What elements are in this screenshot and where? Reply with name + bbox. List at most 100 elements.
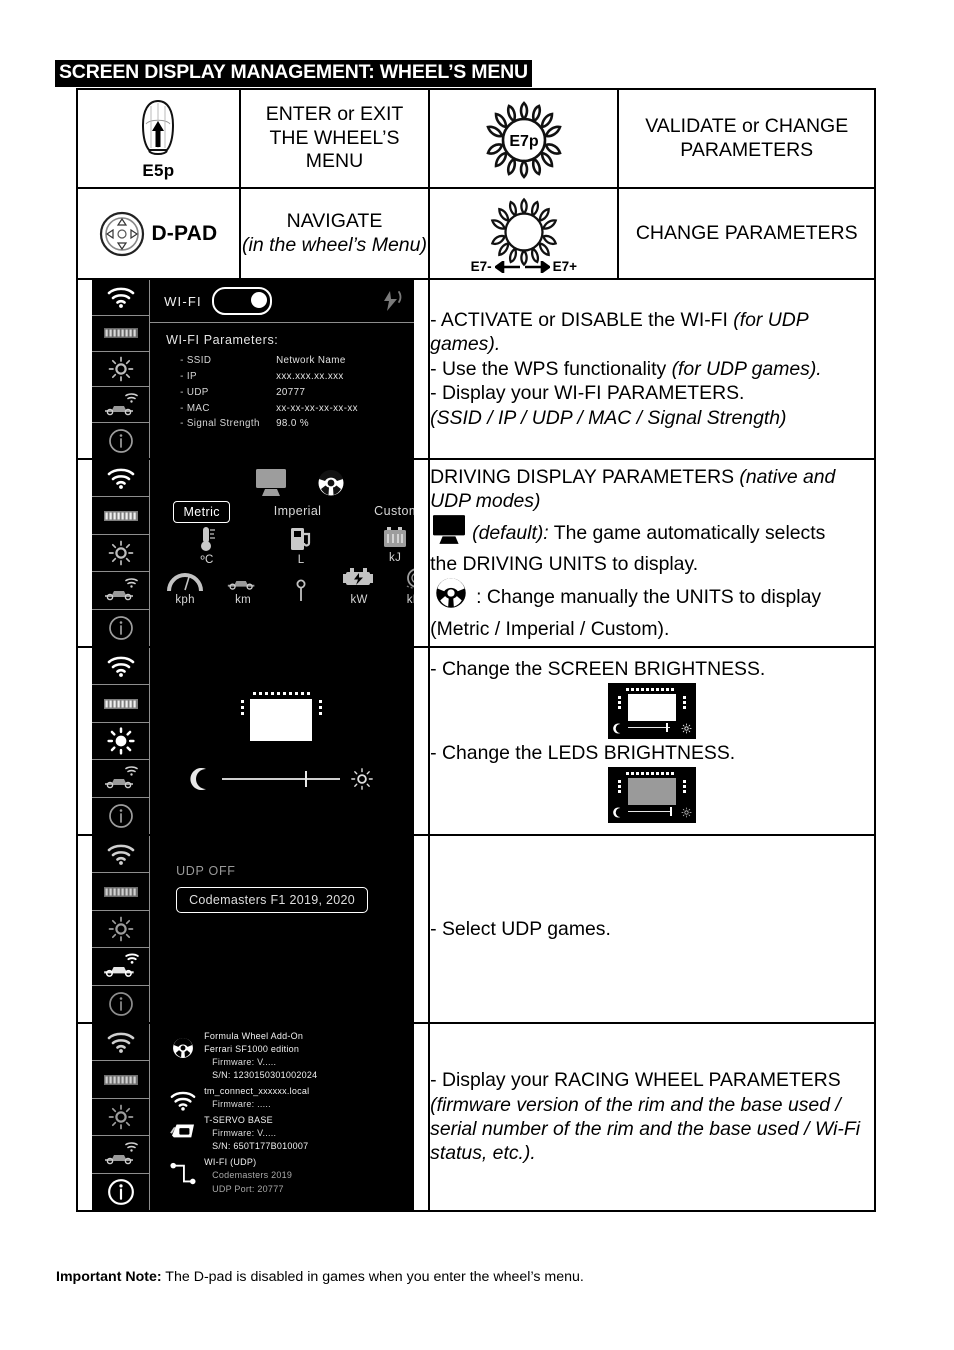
cell-navigate-text: NAVIGATE (in the wheel’s Menu) <box>238 187 431 280</box>
cell-udp-screen: UDP OFF Codemasters F1 2019, 2020 <box>75 834 431 1024</box>
page-title: SCREEN DISPLAY MANAGEMENT: WHEEL’S MENU <box>55 60 532 87</box>
units-row-1: ºC L kJ <box>150 525 414 566</box>
cell-wifi-screen: WI-FI WI-FI Parameters: - SSID Network N… <box>75 278 431 460</box>
unit-label: kph <box>175 594 195 606</box>
sidebar-item-info[interactable] <box>92 609 151 646</box>
sidebar-item-wifi[interactable] <box>92 460 151 498</box>
paddle-label: E5p <box>142 161 175 180</box>
sidebar-item-wifi[interactable] <box>92 280 151 316</box>
units-desc-line3: (default): The game automatically select… <box>430 514 874 552</box>
info-desc-line3: serial number of the rim and the base us… <box>430 1117 874 1141</box>
sidebar-item-brightness[interactable] <box>92 351 151 388</box>
sun-icon <box>681 807 692 818</box>
sidebar-item-udp-games[interactable] <box>92 760 151 798</box>
f1-car-wifi-icon <box>104 578 138 601</box>
tab-custom[interactable]: Custom <box>365 501 414 523</box>
footer-note: Important Note: The D-pad is disabled in… <box>56 1268 584 1286</box>
encoder-e7p-icon: E7p <box>486 100 562 179</box>
thumb-left-leds <box>618 780 622 794</box>
sidebar-item-udp-games[interactable] <box>92 387 151 424</box>
cell-dpad-icon: D-PAD <box>76 187 241 280</box>
device-screen-units: Metric Imperial Custom º <box>92 460 415 646</box>
page-root: SCREEN DISPLAY MANAGEMENT: WHEEL’S MENU … <box>0 0 954 1350</box>
steering-wheel-icon[interactable] <box>314 468 348 498</box>
sidebar-item-led-strip[interactable] <box>92 685 151 723</box>
units-panel: Metric Imperial Custom º <box>150 460 415 646</box>
tab-metric[interactable]: Metric <box>173 501 230 523</box>
sidebar-item-led-strip[interactable] <box>92 497 151 535</box>
sidebar-item-info[interactable] <box>92 985 151 1022</box>
unit-pressure[interactable]: kPa <box>388 567 415 606</box>
sidebar-item-info[interactable] <box>92 1173 151 1210</box>
info-icon <box>108 428 133 453</box>
wifi-icon <box>107 287 134 309</box>
unit-fuel[interactable]: L <box>265 525 337 566</box>
param-value: 20777 <box>276 386 306 398</box>
info-line3: Firmware: ..... <box>212 1099 271 1110</box>
slider-thumb[interactable] <box>304 771 307 787</box>
tab-imperial[interactable]: Imperial <box>265 501 331 523</box>
thumb-top-leds <box>626 688 675 691</box>
sidebar-item-led-strip[interactable] <box>92 315 151 352</box>
sidebar-item-wifi[interactable] <box>92 836 151 874</box>
sidebar-item-brightness[interactable] <box>92 534 151 573</box>
units-desc-l3a: (default): <box>472 521 549 544</box>
brightness-slider[interactable] <box>190 767 374 791</box>
unit-tyre-temp[interactable] <box>272 579 330 606</box>
unit-temperature[interactable]: ºC <box>171 525 243 566</box>
sidebar-item-udp-games[interactable] <box>92 948 151 986</box>
wifi-icon <box>107 1032 134 1054</box>
sidebar-item-brightness[interactable] <box>92 910 151 949</box>
wifi-desc-l1a: - ACTIVATE or DISABLE the WI-FI <box>430 309 734 332</box>
cell-change-params-text: CHANGE PARAMETERS <box>617 187 876 280</box>
info-entry-udp: WI-FI (UDP) Codemasters 2019 UDP Port: 2… <box>162 1156 414 1195</box>
brightness-desc-line1: - Change the SCREEN BRIGHTNESS. <box>430 657 766 680</box>
param-value: xx-xx-xx-xx-xx-xx <box>276 402 358 414</box>
speedometer-icon <box>167 573 204 592</box>
sidebar-item-info[interactable] <box>92 797 151 834</box>
slider-track[interactable] <box>222 771 341 787</box>
sidebar-item-brightness[interactable] <box>92 722 151 761</box>
svg-text:E7p: E7p <box>509 133 539 150</box>
sidebar-item-led-strip[interactable] <box>92 1061 151 1099</box>
info-icon <box>108 803 133 828</box>
thumb-left-leds <box>618 696 622 709</box>
unit-distance[interactable]: km <box>214 567 272 606</box>
sidebar-item-udp-games[interactable] <box>92 1136 151 1174</box>
moon-icon <box>613 807 621 818</box>
steering-wheel-icon <box>430 576 472 616</box>
battery-icon <box>384 527 407 547</box>
wifi-toggle-row: WI-FI <box>150 280 415 323</box>
navigate-line1: NAVIGATE <box>286 209 383 232</box>
led-strip-icon <box>103 510 138 521</box>
units-desc-l1b: (native and <box>739 465 836 488</box>
udp-selected-game[interactable]: Codemasters F1 2019, 2020 <box>176 887 369 913</box>
sidebar-item-brightness[interactable] <box>92 1098 151 1137</box>
wifi-toggle-switch[interactable] <box>211 287 272 315</box>
sidebar-item-wifi[interactable] <box>92 1024 151 1062</box>
thumb-top-leds <box>626 772 675 776</box>
wifi-param-row: - SSID Network Name <box>166 353 414 369</box>
cell-wifi-description: - ACTIVATE or DISABLE the WI-FI (for UDP… <box>428 278 876 460</box>
thumb-screen <box>628 778 677 806</box>
screen-sidebar <box>92 1024 151 1210</box>
wps-icon[interactable] <box>380 290 402 312</box>
brightness-sun-icon <box>108 1104 133 1130</box>
wifi-icon <box>107 844 134 866</box>
cell-paddle-icon: E5p <box>76 88 241 189</box>
sidebar-item-led-strip[interactable] <box>92 873 151 911</box>
fuel-pump-icon <box>291 528 311 550</box>
sidebar-item-udp-games[interactable] <box>92 572 151 610</box>
tyre-pressure-icon <box>406 568 415 589</box>
unit-energy[interactable]: kJ <box>359 525 414 566</box>
sidebar-item-wifi[interactable] <box>92 648 151 686</box>
wifi-desc-line4: - Display your WI-FI PARAMETERS. <box>430 382 745 405</box>
f1-car-wifi-icon <box>103 953 139 978</box>
unit-speed[interactable]: kph <box>156 567 214 606</box>
unit-power[interactable]: kW <box>330 567 388 606</box>
wifi-icon <box>107 656 134 678</box>
info-desc-line4: status, etc.). <box>430 1141 874 1165</box>
monitor-icon[interactable] <box>254 468 288 498</box>
sidebar-item-info[interactable] <box>92 423 151 458</box>
screen-sidebar <box>92 280 151 458</box>
